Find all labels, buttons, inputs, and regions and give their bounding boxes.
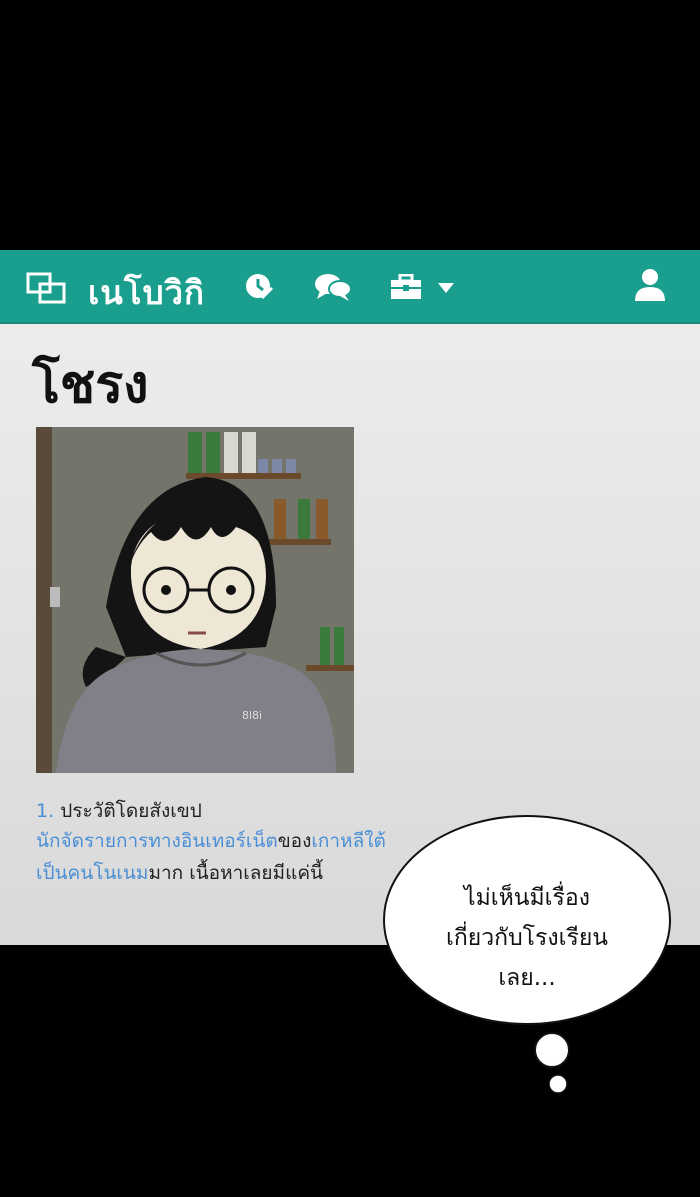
body-text: ของ	[277, 830, 312, 852]
speech-line-1: ไม่เห็นมีเรื่อง	[464, 885, 590, 911]
speech-line-3: เลย...	[498, 965, 556, 991]
logo-icon[interactable]	[26, 272, 68, 306]
discussion-icon[interactable]	[314, 272, 352, 302]
navbar: เนโบวิกิ	[0, 250, 700, 324]
body-paragraph-line-2: เป็นคนโนเนมมาก เนื้อหาเลยมีแค่นี้	[36, 858, 323, 888]
page-title: โชรง	[32, 355, 149, 415]
body-paragraph-line-1: นักจัดรายการทางอินเทอร์เน็ตของเกาหลีใต้	[36, 826, 386, 856]
south-korea-link[interactable]: เกาหลีใต้	[311, 830, 385, 852]
nobody-link[interactable]: เป็นคนโนเนม	[36, 862, 148, 884]
chevron-down-icon[interactable]	[437, 282, 455, 294]
section-heading-text: ประวัติโดยสังเขป	[60, 800, 202, 822]
svg-text:8l8i: 8l8i	[242, 709, 262, 722]
speech-bubble-text: ไม่เห็นมีเรื่อง เกี่ยวกับโรงเรียน เลย...	[382, 878, 672, 998]
history-icon[interactable]	[244, 272, 274, 302]
internet-broadcaster-link[interactable]: นักจัดรายการทางอินเทอร์เน็ต	[36, 830, 278, 852]
section-number-link[interactable]: 1.	[36, 800, 54, 822]
character-portrait-image: 8l8i	[36, 427, 354, 773]
body-text: มาก เนื้อหาเลยมีแค่นี้	[148, 862, 324, 884]
speech-line-2: เกี่ยวกับโรงเรียน	[445, 925, 609, 951]
user-icon[interactable]	[634, 268, 666, 302]
section-heading: 1. ประวัติโดยสังเขป	[36, 796, 202, 826]
toolbox-icon[interactable]	[390, 274, 422, 300]
site-logo-text[interactable]: เนโบวิกิ	[88, 266, 205, 319]
